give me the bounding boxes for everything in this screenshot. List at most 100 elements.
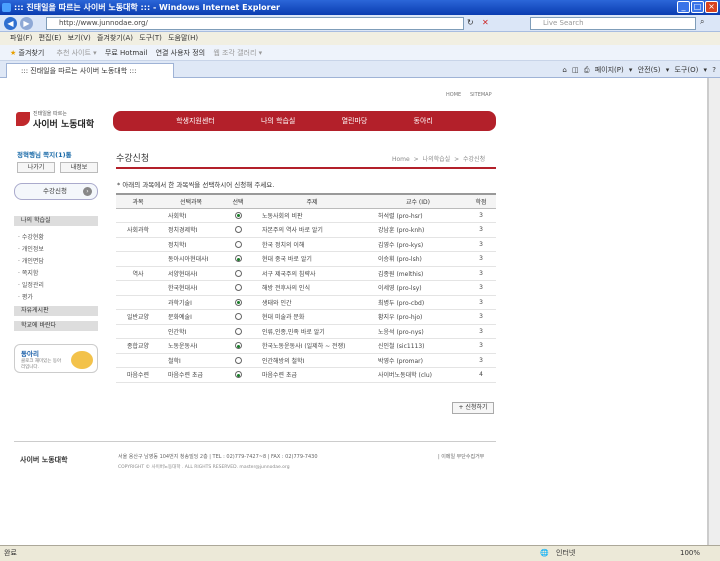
home-icon[interactable]: ⌂ [562,66,566,74]
search-input[interactable]: Live Search [530,17,696,30]
logout-button[interactable]: 나가기 [17,162,55,173]
sidebar-item-evaluation[interactable]: · 평가 [18,292,33,301]
vertical-scrollbar[interactable] [708,78,720,545]
table-row: 사회학I 노동사회의 비판 허석렬 (pro-hsr) 3 [116,208,496,223]
nav-clubs[interactable]: 동아리 [414,116,433,126]
select-cell [222,338,254,354]
course-radio[interactable] [234,371,242,379]
status-zoom[interactable]: 100% [680,546,700,561]
help-icon[interactable]: ? [712,66,716,74]
user-greeting[interactable]: 정혁행님 쪽지(1)통 [17,149,72,159]
apply-course-button[interactable]: 수강신청 › [14,183,98,200]
select-cell [222,280,254,296]
subject-cell [116,280,160,296]
feeds-icon[interactable]: ◫ [572,66,579,74]
tab-current[interactable]: ::: 진태일을 따르는 사이버 노동대학 ::: [6,63,174,78]
nav-student-support[interactable]: 학생지원센터 [176,116,215,126]
apply-course-label: 수강신청 [43,187,67,195]
close-button[interactable]: × [705,1,718,13]
tab-bar: ::: 진태일을 따르는 사이버 노동대학 ::: ⌂ ◫ ⎙ 페이지(P) ▾… [0,61,720,78]
nav-my-study[interactable]: 나의 학습실 [261,116,295,126]
table-row: 사회과학 정치경제학I 자본주의 역사 바로 알기 강남훈 (pro-knh) 3 [116,222,496,238]
tools-menu[interactable]: 도구(O) ▾ [674,66,707,74]
forward-button[interactable]: ▶ [20,17,33,30]
menu-favorites[interactable]: 즐겨찾기(A) [97,34,133,42]
course-radio[interactable] [234,240,242,248]
club-illustration-icon [71,351,93,369]
print-icon[interactable]: ⎙ [584,66,590,74]
course-radio[interactable] [234,226,242,234]
window-titlebar: ::: 진태일을 따르는 사이버 노동대학 ::: - Windows Inte… [0,0,720,15]
submit-application-button[interactable]: + 신청하기 [452,402,494,414]
professor-cell: 신인철 (sic1113) [370,338,466,354]
nav-open-forum[interactable]: 열린마당 [342,116,368,126]
course-radio[interactable] [234,284,242,292]
sidebar-item-counsel[interactable]: · 개인면담 [18,256,44,265]
my-info-button[interactable]: 내정보 [60,162,98,173]
menu-view[interactable]: 보기(V) [68,34,91,42]
course-radio[interactable] [234,255,242,263]
club-banner[interactable]: 동아리 클로크 재미있는 동아리입니다. [14,344,98,373]
logo-tagline: 진태일을 따르는 [33,111,67,117]
menu-file[interactable]: 파일(F) [10,34,32,42]
fav-item-customize[interactable]: 연결 사용자 정의 [156,49,206,57]
footer-email-policy[interactable]: | 이메일 무단수집거부 [438,453,484,460]
sidebar-item-status[interactable]: · 수강현황 [18,232,44,241]
course-radio[interactable] [234,327,242,335]
course-cell: 동아시아현대사I [160,251,222,267]
stop-icon[interactable]: ✕ [482,18,489,27]
refresh-icon[interactable]: ↻ [467,18,474,27]
select-cell [222,251,254,267]
course-table: 과목 선택과목 선택 주제 교수 (ID) 학점 사회학I 노동사회의 비판 허석렬… [116,193,496,383]
menu-edit[interactable]: 편집(E) [39,34,62,42]
table-row: 한국현대사I 해방 전후사의 인식 이세영 (pro-lsy) 3 [116,280,496,296]
sidebar-item-schedule[interactable]: · 일정관리 [18,280,44,289]
globe-icon: 🌐 [540,549,549,557]
table-row: 철학I 인간해방의 철학I 박영수 (promar) 3 [116,353,496,368]
favorites-button[interactable]: 즐겨찾기 [19,49,45,57]
menu-help[interactable]: 도움말(H) [168,34,198,42]
course-cell: 정치경제학I [160,222,222,238]
course-radio[interactable] [234,356,242,364]
top-link-home[interactable]: HOME [446,92,461,98]
minimize-button[interactable]: _ [677,1,690,13]
credit-cell: 3 [466,266,496,281]
menu-tools[interactable]: 도구(T) [139,34,162,42]
course-cell: 철학I [160,353,222,368]
credit-cell: 3 [466,324,496,339]
back-button[interactable]: ◀ [4,17,17,30]
professor-cell: 김종원 (melthis) [370,266,466,281]
safety-menu[interactable]: 안전(S) ▾ [638,66,670,74]
course-radio[interactable] [234,211,242,219]
sidebar-heading-board[interactable]: 자유게시판 [14,306,98,316]
maximize-button[interactable]: □ [691,1,704,13]
course-radio[interactable] [234,342,242,350]
professor-cell: 이세영 (pro-lsy) [370,280,466,296]
sidebar-heading-my-study[interactable]: 나의 학습실 [14,216,98,226]
url-input[interactable]: http://www.junnodae.org/ [46,17,464,30]
banner-subtitle: 클로크 재미있는 동아리입니다. [21,359,62,370]
topic-cell: 마음수련 초급 [254,367,370,383]
status-zone: 인터넷 [556,549,576,557]
address-bar: ◀ ▶ http://www.junnodae.org/ ↻ ✕ Live Se… [0,15,720,32]
course-radio[interactable] [234,298,242,306]
col-credit: 학점 [466,193,496,209]
top-link-sitemap[interactable]: SITEMAP [470,92,492,98]
fav-item-hotmail[interactable]: 무료 Hotmail [105,49,147,57]
course-cell: 서양현대사I [160,266,222,281]
sidebar-heading-suggest[interactable]: 학교에 바란다 [14,321,98,331]
fav-item-gallery[interactable]: 웹 조각 갤러리 ▾ [213,49,262,57]
search-icon[interactable]: ⌕ [700,17,704,27]
page-menu[interactable]: 페이지(P) ▾ [595,66,633,74]
sidebar-item-messages[interactable]: · 쪽지함 [18,268,38,277]
logo-title[interactable]: 사이버 노동대학 [33,117,94,130]
topic-cell: 인간해방의 철학I [254,353,370,368]
breadcrumb: Home > 나의학습실 > 수강신청 [392,156,486,163]
professor-cell: 김영수 (pro-kys) [370,237,466,252]
course-radio[interactable] [234,269,242,277]
fav-item-suggested[interactable]: 추천 사이트 ▾ [57,49,97,57]
credit-cell: 3 [466,237,496,252]
topic-cell: 노동사회의 비판 [254,208,370,223]
course-radio[interactable] [234,313,242,321]
sidebar-item-profile[interactable]: · 개인정보 [18,244,44,253]
